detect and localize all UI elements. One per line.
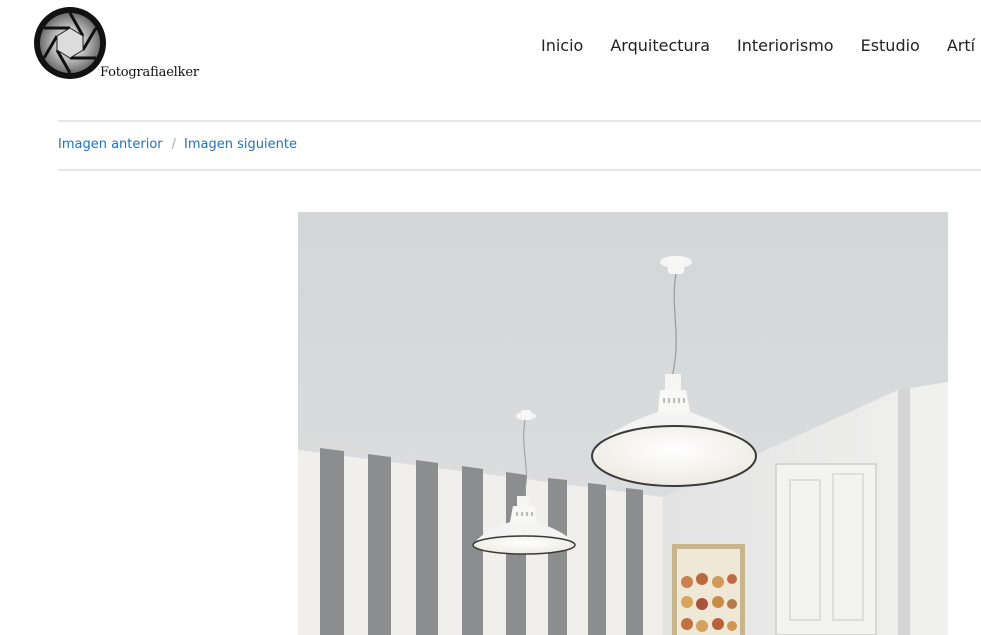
nav-item-articulos[interactable]: Artí xyxy=(947,36,975,56)
divider-bottom xyxy=(58,169,981,171)
image-navigation: Imagen anterior / Imagen siguiente xyxy=(58,137,297,152)
nav-item-estudio[interactable]: Estudio xyxy=(861,36,920,56)
main-navigation: Inicio Arquitectura Interiorismo Estudio… xyxy=(541,36,981,56)
site-name: Fotografiaelker xyxy=(100,65,199,80)
site-logo[interactable]: Fotografiaelker xyxy=(33,6,199,86)
nav-item-arquitectura[interactable]: Arquitectura xyxy=(610,36,710,56)
previous-image-link[interactable]: Imagen anterior xyxy=(58,137,163,152)
nav-separator: / xyxy=(171,137,177,152)
nav-item-interiorismo[interactable]: Interiorismo xyxy=(737,36,834,56)
next-image-link[interactable]: Imagen siguiente xyxy=(184,137,297,152)
nav-item-inicio[interactable]: Inicio xyxy=(541,36,583,56)
camera-aperture-icon xyxy=(34,7,106,79)
interior-lamps-image xyxy=(298,212,948,635)
page: Fotografiaelker Inicio Arquitectura Inte… xyxy=(0,0,981,635)
divider-top xyxy=(58,120,981,122)
attachment-photo[interactable] xyxy=(298,212,948,635)
